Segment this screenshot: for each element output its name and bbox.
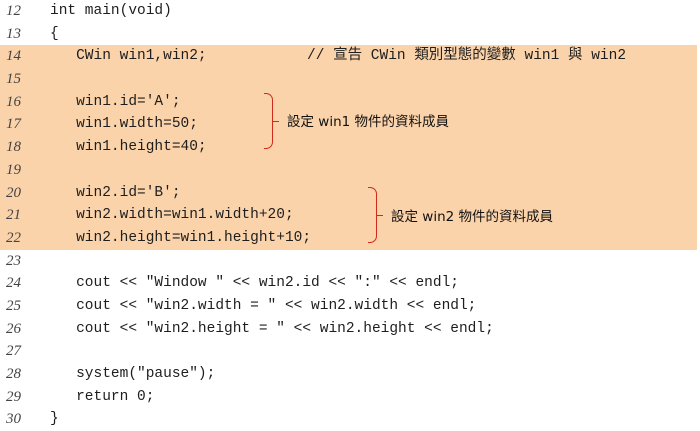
brace-win2 [368, 187, 383, 243]
line-number: 16 [6, 93, 21, 110]
annotation-win1: 設定 win1 物件的資料成員 [287, 114, 450, 130]
line-number: 13 [6, 25, 21, 42]
code-line: 20 win2.id='B'; [0, 181, 697, 205]
line-number: 18 [6, 139, 21, 156]
code-text: return 0; [50, 388, 155, 405]
code-line: 23 [0, 250, 700, 273]
code-comment: // 宣告 CWin 類別型態的變數 win1 與 win2 [307, 48, 627, 65]
code-text: win1.height=40; [50, 139, 207, 156]
code-line: 15 [0, 68, 697, 91]
code-text: system("pause"); [50, 366, 216, 382]
line-number: 27 [6, 343, 21, 360]
code-line: 25 cout << "win2.width = " << win2.width… [0, 295, 700, 318]
code-text: win2.width=win1.width+20; [50, 207, 294, 224]
code-listing: 12 int main(void) 13 {14 CWin win1,win2; // … [0, 0, 700, 431]
line-number: 23 [6, 252, 21, 269]
code-line: 28 system("pause"); [0, 363, 700, 386]
code-line: 27 [0, 340, 700, 363]
code-line: 13 { [0, 23, 700, 46]
code-text: } [50, 411, 59, 428]
code-line: 19 [0, 158, 697, 182]
code-text: { [50, 25, 59, 42]
code-line: 26 cout << "win2.height = " << win2.heig… [0, 318, 700, 341]
line-number: 29 [6, 388, 21, 405]
line-number: 28 [6, 366, 21, 382]
code-text: cout << "Window " << win2.id << ":" << e… [50, 275, 459, 292]
code-line: 29 return 0; [0, 386, 700, 409]
code-text: cout << "win2.width = " << win2.width <<… [50, 297, 477, 314]
line-number: 12 [6, 3, 21, 19]
code-text: CWin win1,win2; [50, 48, 207, 65]
code-line: 24 cout << "Window " << win2.id << ":" <… [0, 272, 700, 295]
code-line: 18 win1.height=40; [0, 136, 697, 159]
line-number: 30 [6, 411, 21, 428]
line-number: 26 [6, 320, 21, 337]
line-number: 24 [6, 275, 21, 292]
line-number: 17 [6, 116, 21, 133]
code-line: 30} [0, 408, 700, 431]
code-text: int main(void) [50, 3, 172, 19]
line-number: 15 [6, 71, 21, 88]
line-number: 21 [6, 207, 21, 224]
brace-win1 [264, 93, 279, 149]
line-number: 20 [6, 184, 21, 201]
line-number: 25 [6, 297, 21, 314]
code-text: win1.width=50; [50, 116, 198, 133]
code-line: 14 CWin win1,win2; // 宣告 CWin 類別型態的變數 win… [0, 45, 697, 69]
code-text: cout << "win2.height = " << win2.height … [50, 320, 494, 337]
annotation-win2: 設定 win2 物件的資料成員 [391, 209, 554, 225]
code-text: win1.id='A'; [50, 93, 181, 110]
code-line: 21 win2.width=win1.width+20; [0, 204, 697, 227]
code-text: win2.id='B'; [50, 184, 181, 201]
line-number: 22 [6, 229, 21, 246]
code-line: 22 win2.height=win1.height+10; [0, 226, 697, 250]
line-number: 14 [6, 48, 21, 65]
line-number: 19 [6, 161, 21, 178]
code-text: win2.height=win1.height+10; [50, 229, 312, 246]
code-line: 12 int main(void) [0, 0, 700, 23]
